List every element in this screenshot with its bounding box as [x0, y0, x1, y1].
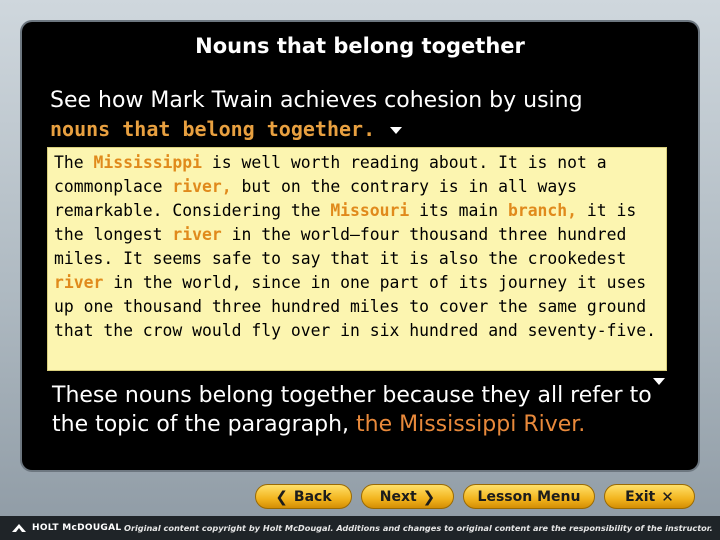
passage-noun: river,: [172, 177, 232, 196]
reveal-arrow-icon[interactable]: [390, 126, 403, 134]
copyright-notice: Original content copyright by Holt McDou…: [124, 523, 713, 533]
back-label: Back: [293, 488, 332, 505]
chevron-left-icon: ❮: [275, 487, 288, 506]
navigation-bar: ❮ Back Next ❯ Lesson Menu Exit ✕: [255, 484, 695, 511]
next-label: Next: [379, 488, 417, 505]
passage-noun: river: [54, 273, 104, 292]
next-button[interactable]: Next ❯: [361, 484, 454, 509]
passage-noun: river: [172, 225, 222, 244]
publisher-logo: HOLT McDOUGAL: [0, 522, 124, 534]
chevron-right-icon: ❯: [422, 487, 436, 506]
exit-button[interactable]: Exit ✕: [604, 484, 695, 509]
twain-passage: The Mississippi is well worth reading ab…: [54, 151, 664, 343]
passage-noun: Missouri: [330, 201, 410, 220]
intro-text: See how Mark Twain achieves cohesion by …: [50, 86, 690, 144]
passage-text: in the world, since in one part of its j…: [54, 273, 656, 340]
lesson-menu-button[interactable]: Lesson Menu: [463, 484, 595, 509]
conclusion-text: These nouns belong together because they…: [52, 381, 692, 439]
passage-noun: branch,: [507, 201, 578, 220]
intro-highlight: nouns that belong together.: [50, 117, 376, 141]
publisher-name: HOLT McDOUGAL: [32, 523, 122, 533]
lesson-menu-label: Lesson Menu: [477, 488, 581, 505]
slide-title: Nouns that belong together: [195, 34, 525, 58]
intro-prefix: See how Mark Twain achieves cohesion by …: [50, 88, 583, 113]
logo-mark-icon: [12, 524, 26, 532]
footer-bar: HOLT McDOUGAL Original content copyright…: [0, 516, 720, 540]
passage-noun: Mississippi: [93, 153, 203, 172]
back-button[interactable]: ❮ Back: [255, 484, 352, 509]
exit-label: Exit: [625, 488, 656, 505]
passage-text: its main: [409, 201, 508, 220]
conclusion-highlight: the Mississippi River.: [356, 412, 586, 437]
passage-text: The: [54, 153, 94, 172]
close-icon: ✕: [661, 487, 674, 506]
